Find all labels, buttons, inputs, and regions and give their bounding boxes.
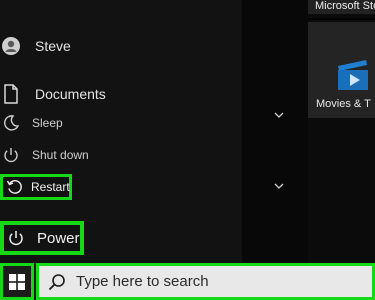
windows-logo-icon bbox=[9, 273, 25, 290]
restart-label: Restart bbox=[31, 180, 70, 194]
chevron-down-icon[interactable] bbox=[274, 111, 284, 119]
shut-down-label: Shut down bbox=[32, 148, 89, 162]
microsoft-store-tile-label: Microsoft Store bbox=[315, 0, 375, 12]
shut-down-option[interactable]: Shut down bbox=[2, 146, 89, 164]
sleep-option[interactable]: Sleep bbox=[2, 114, 63, 132]
chevron-down-icon[interactable] bbox=[274, 182, 284, 190]
search-input[interactable] bbox=[76, 273, 336, 290]
movies-tv-tile-label: Movies & T bbox=[316, 98, 371, 110]
tile-divider bbox=[308, 18, 375, 20]
documents-item[interactable]: Documents bbox=[2, 84, 106, 104]
restart-icon bbox=[6, 178, 24, 196]
user-account-item[interactable]: Steve bbox=[2, 36, 71, 56]
restart-option[interactable]: Restart bbox=[0, 174, 72, 200]
power-button[interactable]: Power bbox=[0, 221, 84, 255]
start-menu-app-list bbox=[242, 0, 308, 263]
documents-label: Documents bbox=[35, 86, 106, 102]
user-avatar-icon bbox=[2, 37, 20, 55]
document-icon bbox=[2, 84, 20, 104]
user-name: Steve bbox=[35, 38, 71, 54]
sleep-label: Sleep bbox=[32, 116, 63, 130]
taskbar-search-box[interactable] bbox=[36, 263, 375, 300]
search-icon bbox=[48, 273, 66, 291]
moon-icon bbox=[2, 114, 20, 132]
power-icon bbox=[2, 146, 20, 164]
power-icon bbox=[7, 229, 25, 247]
power-label: Power bbox=[37, 229, 80, 247]
movies-tv-icon bbox=[338, 60, 368, 90]
start-button[interactable] bbox=[0, 263, 34, 300]
